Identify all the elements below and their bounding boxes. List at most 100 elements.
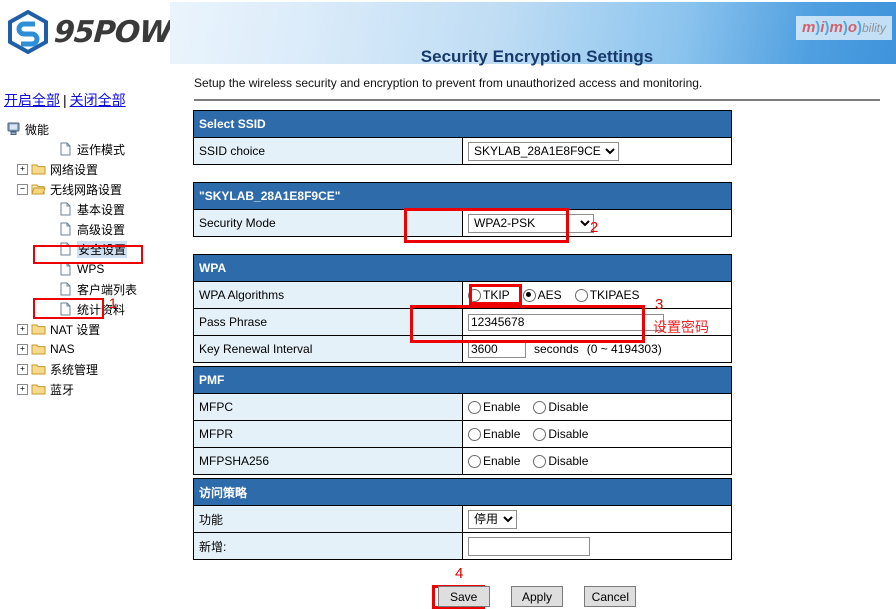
table-header-row: Select SSID: [194, 111, 732, 138]
tree-toggle-icon[interactable]: +: [17, 364, 28, 375]
apply-button[interactable]: Apply: [511, 586, 563, 607]
policy-function-cell: 停用允许拒绝: [463, 506, 732, 533]
hexagon-s-logo-icon: [6, 10, 50, 54]
table-row: MFPSHA256 Enable Disable: [194, 448, 732, 475]
wpa-header: WPA: [194, 255, 732, 282]
table-row: MFPREnableDisable: [194, 421, 732, 448]
sidebar-item-11[interactable]: + NAS: [6, 340, 178, 358]
collapse-all-link[interactable]: 关闭全部: [70, 92, 126, 108]
security-mode-select[interactable]: DisableOPENSHAREDWEPAUTOWPAWPA-PSKWPA2WP…: [468, 214, 594, 233]
access-policy-table: 访问策略 功能 停用允许拒绝 新增:: [193, 478, 732, 560]
table-header-row: PMF: [194, 367, 732, 394]
radio-label: Enable: [483, 400, 520, 414]
tree-toggle-icon[interactable]: +: [17, 324, 28, 335]
wpa-algorithm-option-0[interactable]: TKIP: [468, 288, 510, 302]
tree-toggle-icon[interactable]: +: [17, 164, 28, 175]
tree-toggle-icon[interactable]: +: [17, 344, 28, 355]
pmf-row-label: MFPSHA256: [194, 448, 463, 475]
page-title: Security Encryption Settings: [178, 46, 896, 68]
pmf-option-1-1[interactable]: Disable: [533, 427, 588, 441]
radio-button-icon[interactable]: [523, 289, 536, 302]
radio-button-icon[interactable]: [468, 428, 481, 441]
wpa-algorithm-option-2[interactable]: TKIPAES: [575, 288, 640, 302]
wpa-algorithms-label: WPA Algorithms: [194, 282, 463, 309]
wpa-algorithm-option-1[interactable]: AES: [523, 288, 562, 302]
sidebar-item-5[interactable]: 高级设置: [6, 220, 178, 238]
sidebar-item-label: NAT 设置: [50, 321, 100, 338]
policy-add-label: 新增:: [194, 533, 463, 560]
sidebar-item-label: WPS: [77, 262, 104, 276]
table-row: WPA Algorithms TKIPAESTKIPAES: [194, 282, 732, 309]
radio-button-icon[interactable]: [533, 401, 546, 414]
main-content: Security Encryption Settings Setup the w…: [178, 46, 896, 560]
sidebar-item-0[interactable]: 微能: [6, 120, 178, 138]
radio-label: Disable: [548, 400, 588, 414]
pmf-table: PMF MFPCEnableDisableMFPREnableDisableMF…: [193, 366, 732, 475]
page-description: Setup the wireless security and encrypti…: [194, 76, 896, 90]
radio-button-icon[interactable]: [468, 455, 481, 468]
wpa-table: WPA WPA Algorithms TKIPAESTKIPAES Pass P…: [193, 254, 732, 363]
sidebar-item-3[interactable]: −无线网路设置: [6, 180, 178, 198]
ssid-choice-select[interactable]: SKYLAB_28A1E8F9CE: [468, 142, 619, 161]
sidebar-item-label: 系统管理: [50, 361, 98, 378]
pmf-rows: MFPCEnableDisableMFPREnableDisableMFPSHA…: [194, 394, 732, 475]
radio-label: Disable: [548, 454, 588, 468]
ssid-section-header: "SKYLAB_28A1E8F9CE": [194, 183, 732, 210]
table-row: 功能 停用允许拒绝: [194, 506, 732, 533]
table-header-row: WPA: [194, 255, 732, 282]
tree-toggle-icon[interactable]: +: [17, 384, 28, 395]
computer-icon: [6, 122, 21, 136]
save-button[interactable]: Save: [438, 586, 490, 607]
table-row: MFPC Enable Disable: [194, 394, 732, 421]
wpa-algorithms-radio-group: TKIPAESTKIPAES: [468, 288, 726, 302]
sidebar-item-label: NAS: [50, 342, 75, 356]
pmf-option-1-0[interactable]: Enable: [468, 427, 520, 441]
sidebar-item-1[interactable]: 运作模式: [6, 140, 178, 158]
page-icon: [58, 222, 73, 236]
policy-function-select[interactable]: 停用允许拒绝: [468, 510, 517, 529]
sidebar-item-8[interactable]: 客户端列表: [6, 280, 178, 298]
radio-label: TKIP: [483, 288, 510, 302]
table-row: Pass Phrase: [194, 309, 732, 336]
sidebar-item-label: 基本设置: [77, 201, 125, 218]
radio-button-icon[interactable]: [468, 289, 481, 302]
badge-o: o: [848, 19, 857, 36]
radio-label: Disable: [548, 427, 588, 441]
policy-add-cell: [463, 533, 732, 560]
sidebar-item-label: 客户端列表: [77, 281, 137, 298]
badge-tail: bility: [862, 21, 886, 35]
folder-open-icon: [31, 182, 46, 196]
pmf-row-label: MFPC: [194, 394, 463, 421]
annotation-text-set-password: 设置密码: [653, 317, 709, 337]
sidebar-item-label: 高级设置: [77, 221, 125, 238]
sidebar-item-10[interactable]: + NAT 设置: [6, 320, 178, 338]
table-header-row: 访问策略: [194, 479, 732, 506]
passphrase-input[interactable]: [468, 314, 664, 331]
radio-button-icon[interactable]: [575, 289, 588, 302]
folder-icon: [31, 322, 46, 336]
expand-all-link[interactable]: 开启全部: [4, 92, 60, 108]
sidebar-item-12[interactable]: + 系统管理: [6, 360, 178, 378]
annotation-number-1: 1: [109, 295, 117, 311]
sidebar-item-2[interactable]: + 网络设置: [6, 160, 178, 178]
security-mode-table: "SKYLAB_28A1E8F9CE" Security Mode Disabl…: [193, 182, 732, 237]
policy-add-input[interactable]: [468, 537, 590, 556]
pmf-option-0-1[interactable]: Disable: [533, 400, 588, 414]
cancel-button[interactable]: Cancel: [584, 586, 636, 607]
radio-button-icon[interactable]: [533, 455, 546, 468]
radio-button-icon[interactable]: [533, 428, 546, 441]
tree-toggle-icon[interactable]: −: [17, 184, 28, 195]
folder-icon: [31, 362, 46, 376]
passphrase-label: Pass Phrase: [194, 309, 463, 336]
pmf-option-0-0[interactable]: Enable: [468, 400, 520, 414]
annotation-number-3: 3: [655, 296, 663, 313]
sidebar-item-13[interactable]: +蓝牙: [6, 380, 178, 398]
pmf-option-2-1[interactable]: Disable: [533, 454, 588, 468]
pmf-option-2-0[interactable]: Enable: [468, 454, 520, 468]
radio-label: Enable: [483, 454, 520, 468]
key-renewal-input[interactable]: [468, 341, 526, 358]
sidebar-item-4[interactable]: 基本设置: [6, 200, 178, 218]
select-ssid-table: Select SSID SSID choice SKYLAB_28A1E8F9C…: [193, 110, 732, 165]
radio-button-icon[interactable]: [468, 401, 481, 414]
sidebar-item-label: 网络设置: [50, 161, 98, 178]
